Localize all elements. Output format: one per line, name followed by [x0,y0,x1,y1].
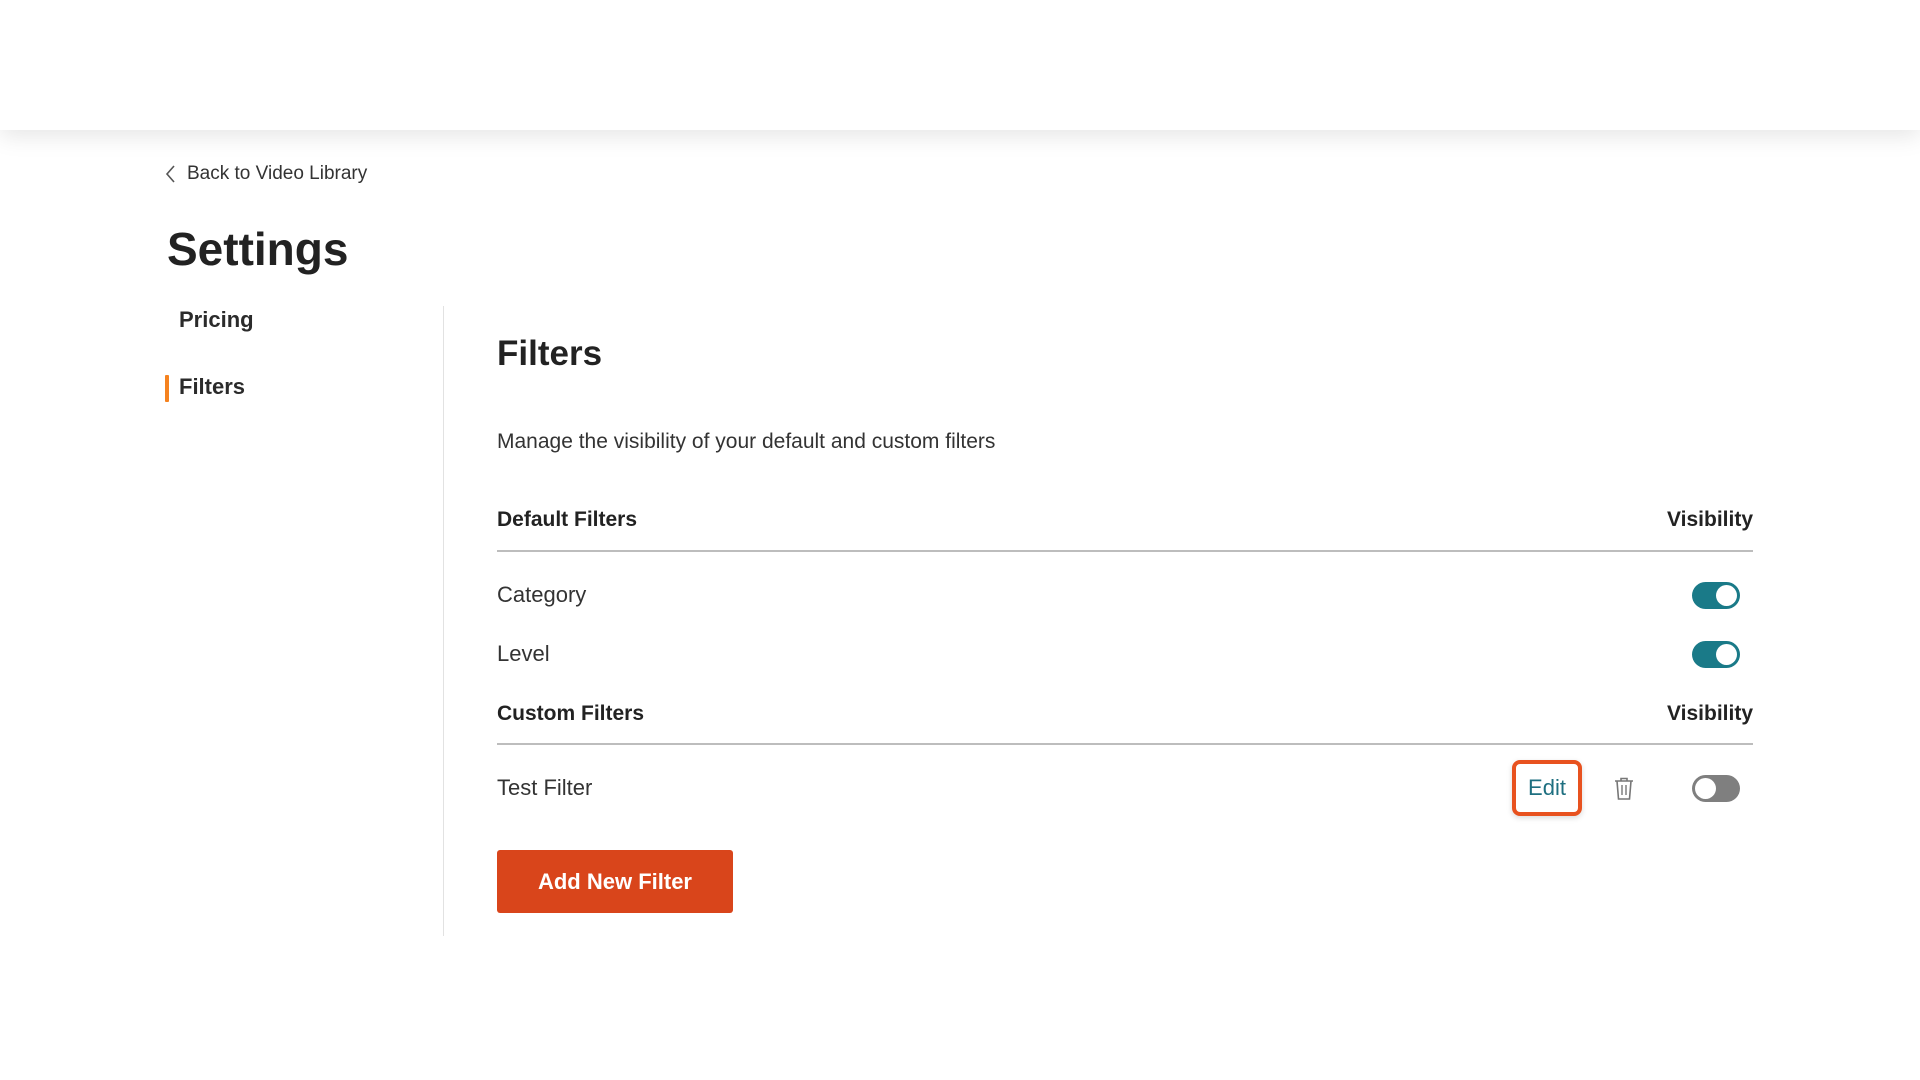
section-title: Filters [497,334,603,373]
sidebar-item-label: Filters [179,374,246,399]
row-actions: Edit [1512,760,1753,816]
visibility-toggle-test-filter[interactable] [1692,774,1740,802]
sidebar-item-pricing[interactable]: Pricing [165,300,435,340]
row-actions [1692,640,1753,668]
chevron-left-icon [165,165,175,183]
filter-name: Test Filter [497,775,593,800]
custom-filters-header: Custom Filters Visibility [497,694,1753,734]
back-to-library-link[interactable]: Back to Video Library [165,163,367,185]
visibility-toggle-level[interactable] [1692,640,1740,668]
default-filters-header: Default Filters Visibility [497,500,1753,540]
header-divider [497,743,1753,745]
filter-name: Level [497,641,550,666]
custom-filters-heading: Custom Filters [497,702,645,725]
back-link-label: Back to Video Library [187,163,368,184]
visibility-toggle-category[interactable] [1692,581,1740,609]
filter-row-level: Level [497,634,1753,674]
trash-icon[interactable] [1610,773,1638,803]
vertical-divider [443,306,444,936]
header-divider [497,550,1753,552]
add-new-filter-button[interactable]: Add New Filter [497,850,733,913]
page-title: Settings [167,223,349,275]
default-filters-heading: Default Filters [497,508,638,531]
toggle-knob [1716,643,1737,665]
filter-row-category: Category [497,575,1753,615]
visibility-column-label: Visibility [1667,508,1753,531]
sidebar-item-label: Pricing [179,307,254,332]
top-header-bar [0,0,1920,130]
toggle-knob [1716,584,1737,606]
filter-name: Category [497,582,587,607]
row-actions [1692,581,1753,609]
filter-row-test-filter: Test Filter Edit [497,760,1753,816]
settings-sidebar: Pricing Filters [165,300,435,407]
section-description: Manage the visibility of your default an… [497,430,996,453]
visibility-column-label: Visibility [1667,702,1753,725]
edit-filter-button[interactable]: Edit [1512,760,1582,816]
sidebar-item-filters[interactable]: Filters [165,367,435,407]
toggle-knob [1695,777,1716,799]
